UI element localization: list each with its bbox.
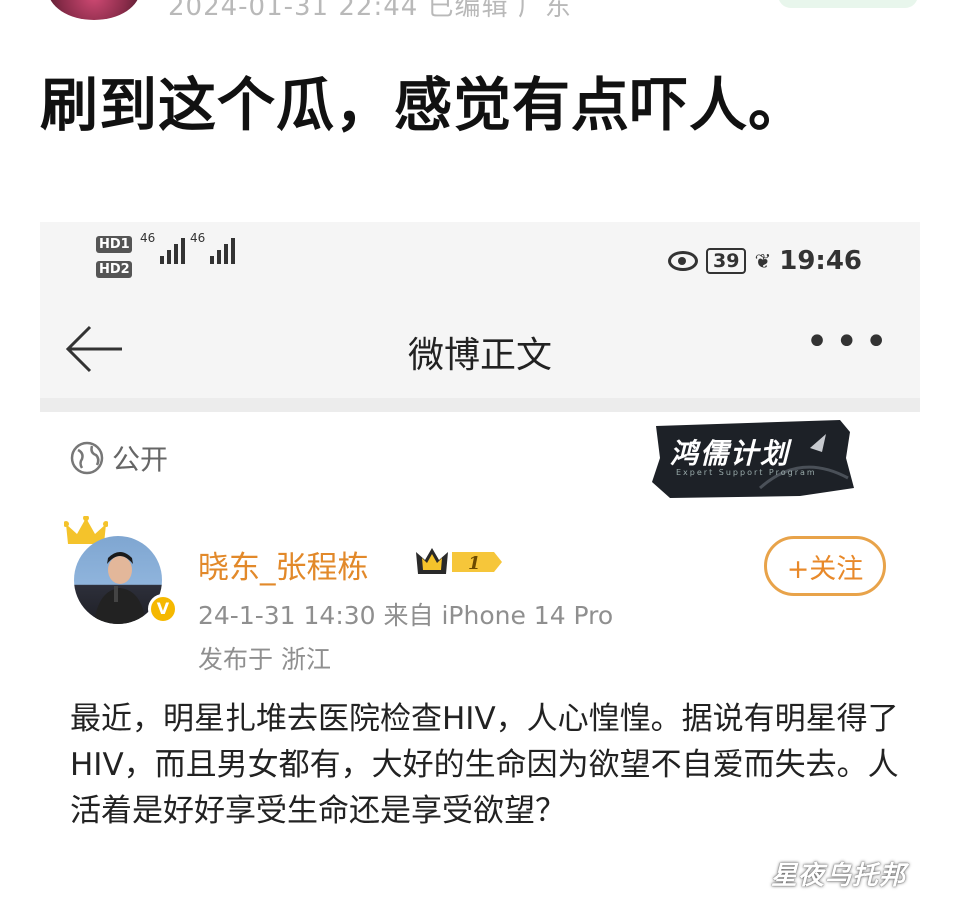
banner-text: 鸿儒计划 [669,437,790,470]
clock: 19:46 [779,246,862,276]
vip-level-number: 1 [468,553,481,574]
leaf-icon: ❦ [754,249,772,273]
nav-bar: 微博正文 ••• [40,302,920,412]
more-options-icon[interactable]: ••• [805,322,894,362]
author-avatar[interactable]: V [64,516,178,632]
top-pill-button[interactable] [778,0,918,8]
post-location: 发布于 浙江 [198,645,331,674]
cropped-top-strip: 2024-01-31 22:44 已编辑 广东 [0,0,960,22]
sim-indicators: HD1 HD2 [96,236,132,286]
status-right: 39 ❦ 19:46 [668,244,862,278]
signal-icon-1: 46 [140,231,185,264]
page-title: 微博正文 [407,335,552,376]
headline: 刷到这个瓜，感觉有点吓人。 [40,71,808,139]
post-body: 最近，明星扎堆去医院检查HIV，人心惶惶。据说有明星得了HIV，而且男女都有，大… [70,701,899,829]
globe-icon [70,441,104,475]
top-meta-text: 2024-01-31 22:44 已编辑 广东 [168,0,572,22]
status-bar: HD1 HD2 46 46 39 ❦ 19:46 [40,222,920,302]
program-banner: 鸿儒计划 Expert Support Program [650,418,854,500]
battery-icon: 39 [706,248,747,274]
net2-label: 46 [190,231,205,245]
net1-label: 46 [140,231,155,245]
embedded-screenshot: HD1 HD2 46 46 39 ❦ 19:46 微博正文 ••• 公开 鸿儒计… [40,222,920,904]
post-time-source: 24-1-31 14:30 来自 iPhone 14 Pro [198,601,614,630]
hd2-badge: HD2 [96,261,132,278]
banner-subtitle: Expert Support Program [676,468,817,477]
visibility-label: 公开 [112,443,169,476]
follow-button[interactable]: +关注 [764,536,886,596]
watermark: 星夜乌托邦 [770,861,906,891]
eye-icon [668,251,699,271]
visibility-indicator: 公开 [70,438,168,478]
top-avatar [48,0,140,20]
author-name[interactable]: 晓东_张程栋 [198,542,369,587]
hd1-badge: HD1 [96,236,132,253]
signal-icon-2: 46 [190,231,235,264]
vip-level-badge: 1 [416,548,502,574]
verified-badge: V [148,594,178,624]
